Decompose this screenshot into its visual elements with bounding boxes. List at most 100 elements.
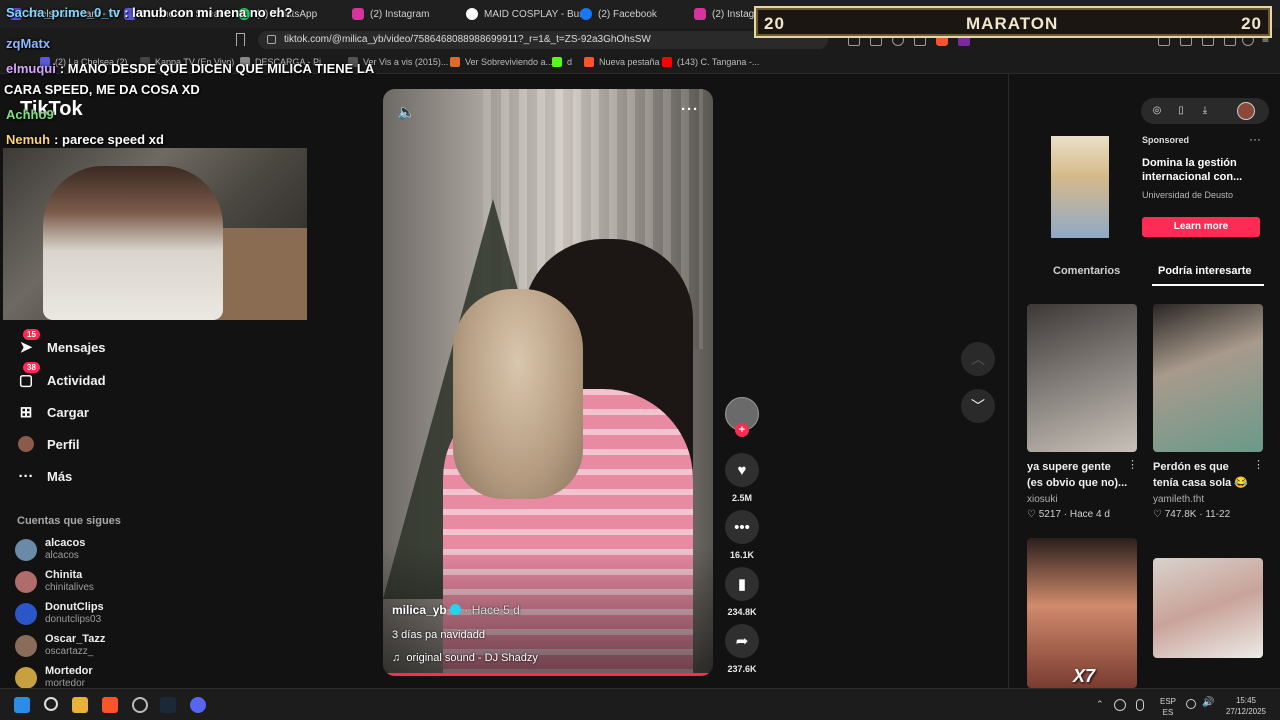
steam-icon[interactable]	[160, 697, 176, 713]
windows-start-icon[interactable]	[14, 697, 30, 713]
microphone-icon[interactable]	[1136, 699, 1144, 711]
learn-more-button[interactable]: Learn more	[1142, 217, 1260, 237]
card-more-icon[interactable]: ⋮	[1127, 458, 1138, 471]
nav-item-upload[interactable]: ⊞ Cargar	[17, 399, 89, 425]
webcam-streamer	[43, 166, 223, 320]
nav-item-more[interactable]: ··· Más	[17, 463, 73, 489]
site-info-icon[interactable]	[267, 35, 276, 44]
browser-tab[interactable]: (2) Instagram	[352, 4, 429, 24]
following-account[interactable]: Chinita chinitalives	[15, 569, 195, 599]
share-count: 237.6K	[727, 664, 757, 674]
bookmark-item[interactable]: Ver Sobreviviendo a...	[450, 57, 553, 67]
chat-message: Achho9	[6, 107, 58, 122]
chat-text: : parece speed xd	[54, 132, 164, 147]
speaker-icon[interactable]: 🔊	[1202, 697, 1214, 708]
card-author[interactable]: yamileth.tht	[1153, 494, 1204, 505]
ad-title[interactable]: internacional con...	[1142, 171, 1242, 183]
card-title[interactable]: Perdón es que tenía casa sola 😂	[1153, 459, 1248, 491]
right-panel: ◎ ▯ ⤓ Sponsored ··· Domina la gestión in…	[1008, 74, 1280, 688]
previous-video-button[interactable]: ︿	[961, 342, 995, 376]
marathon-banner: 20 MARATON 20	[754, 6, 1272, 38]
share-arrow-icon: ➦	[725, 624, 759, 658]
like-button[interactable]: ♥ 2.5M	[724, 453, 760, 503]
file-explorer-icon[interactable]	[72, 697, 88, 713]
chat-message: CARA SPEED, ME DA COSA XD	[4, 82, 200, 97]
ad-image[interactable]	[1051, 136, 1109, 238]
brave-icon[interactable]	[102, 697, 118, 713]
video-frame	[453, 289, 583, 499]
paper-plane-icon: ➤ 15	[17, 329, 40, 356]
following-account[interactable]: DonutClips donutclips03	[15, 601, 195, 631]
thumbnail-overlay-text: X7	[1073, 666, 1096, 686]
chat-text: CARA SPEED, ME DA COSA XD	[4, 82, 200, 97]
ad-title[interactable]: Domina la gestión	[1142, 157, 1237, 169]
avatar	[15, 539, 37, 561]
avatar	[15, 635, 37, 657]
nav-item-messages[interactable]: ➤ 15 Mensajes	[17, 329, 106, 360]
clock[interactable]: 15:45 27/12/2025	[1220, 695, 1272, 717]
next-video-button[interactable]: ﹀	[961, 389, 995, 423]
music-note-icon: ♫	[392, 652, 401, 664]
save-button[interactable]: ▮ 234.8K	[724, 567, 760, 617]
webcam-desk	[213, 228, 307, 320]
instagram-icon	[352, 8, 364, 20]
url-field[interactable]: tiktok.com/@milica_yb/video/758646808898…	[258, 31, 828, 49]
card-more-icon[interactable]: ⋮	[1253, 458, 1264, 471]
network-icon[interactable]	[1186, 699, 1196, 709]
share-button[interactable]: ➦ 237.6K	[724, 624, 760, 674]
card-title[interactable]: ya supere gente (es obvio que no)...	[1027, 459, 1127, 491]
brave-icon	[584, 57, 594, 67]
following-account[interactable]: alcacos alcacos	[15, 537, 195, 567]
card-author[interactable]: xiosuki	[1027, 494, 1058, 505]
inbox-icon: ▢ 38	[17, 362, 40, 389]
bookmark-item[interactable]: Nueva pestaña	[584, 57, 660, 67]
obs-icon[interactable]	[132, 697, 148, 713]
browser-tab[interactable]: (2) Facebook	[580, 4, 657, 24]
video-caption: 3 días pa navidadd	[392, 629, 485, 641]
video-sound[interactable]: ♫ original sound - DJ Shadzy	[392, 652, 538, 664]
language-indicator[interactable]: ESP ES	[1156, 696, 1180, 718]
following-account[interactable]: Oscar_Tazz oscartazz_	[15, 633, 195, 663]
windows-taskbar: ⌃ ESP ES 🔊 15:45 27/12/2025	[0, 688, 1280, 720]
browser-tab[interactable]: MAID COSPLAY - Busc	[466, 4, 589, 24]
chat-message: Nemuh: parece speed xd	[6, 132, 164, 147]
video-thumbnail[interactable]: X7	[1027, 538, 1137, 688]
chevron-up-icon[interactable]: ⌃	[1096, 699, 1104, 710]
nav-item-activity[interactable]: ▢ 38 Actividad	[17, 362, 106, 393]
mobile-icon[interactable]: ▯	[1175, 105, 1187, 117]
bookmark-item[interactable]: d	[552, 57, 572, 67]
video-player[interactable]: 🔈 ··· milica_yb · Hace 5 d 3 días pa nav…	[383, 89, 713, 676]
bookmark-item[interactable]: (143) C. Tangana -...	[662, 57, 759, 67]
nav-item-profile[interactable]: Perfil	[17, 431, 80, 457]
comment-button[interactable]: ••• 16.1K	[724, 510, 760, 560]
chevron-down-icon: ﹀	[971, 398, 985, 414]
video-thumbnail[interactable]	[1153, 304, 1263, 452]
bookmark-icon[interactable]	[236, 33, 245, 46]
download-icon[interactable]: ⤓	[1199, 105, 1211, 117]
search-icon[interactable]	[44, 697, 58, 711]
save-count: 234.8K	[727, 607, 757, 617]
notification-badge: 15	[23, 329, 40, 340]
user-avatar[interactable]	[1237, 102, 1255, 120]
follow-plus-icon[interactable]: +	[735, 423, 749, 437]
kick-icon	[552, 57, 562, 67]
ad-more-icon[interactable]: ···	[1249, 132, 1261, 146]
scan-icon[interactable]: ◎	[1151, 105, 1163, 117]
youtube-icon	[662, 57, 672, 67]
video-thumbnail[interactable]	[1153, 558, 1263, 658]
author-avatar-button[interactable]: +	[724, 397, 760, 437]
chat-username: zqMatx	[6, 36, 51, 51]
tab-comments[interactable]: Comentarios	[1053, 265, 1120, 277]
discord-icon[interactable]	[190, 697, 206, 713]
more-options-icon[interactable]: ···	[681, 101, 699, 118]
video-progress-bar[interactable]	[383, 673, 713, 676]
avatar	[15, 667, 37, 689]
tab-related[interactable]: Podría interesarte	[1158, 265, 1252, 277]
like-count: 2.5M	[731, 493, 752, 503]
sync-icon[interactable]	[1114, 699, 1126, 711]
video-author[interactable]: milica_yb · Hace 5 d	[392, 603, 520, 617]
video-thumbnail[interactable]	[1027, 304, 1137, 452]
heart-icon: ♥	[725, 453, 759, 487]
volume-icon[interactable]: 🔈	[397, 103, 416, 121]
ad-advertiser: Universidad de Deusto	[1142, 190, 1234, 200]
